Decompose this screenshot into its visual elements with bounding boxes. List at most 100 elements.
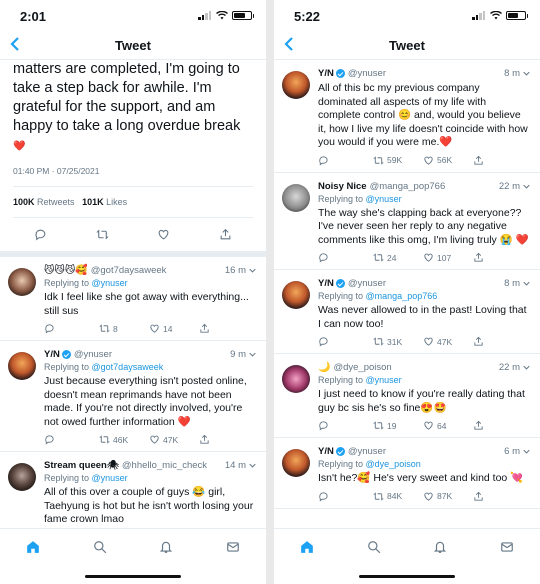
chevron-down-icon[interactable] [523,449,530,454]
reply-action[interactable] [318,420,373,431]
retweet-icon[interactable] [373,491,384,502]
reply-tweet[interactable]: Noisy Nice @manga_pop766 22 m Replying to @… [274,173,540,270]
heart-icon[interactable] [423,491,434,502]
display-name[interactable]: Stream queen🕷 [44,460,119,471]
replying-to-handle[interactable]: @ynuser [92,278,128,288]
heart-icon[interactable] [157,228,170,241]
retweet-icon[interactable] [373,336,384,347]
retweet-action[interactable]: 24 [373,252,423,263]
like-action[interactable]: 47K [149,434,199,445]
chevron-down-icon[interactable] [523,184,530,189]
replying-to-handle[interactable]: @ynuser [92,473,128,483]
avatar[interactable] [282,365,310,393]
avatar[interactable] [282,71,310,99]
avatar[interactable] [282,183,310,212]
retweet-label[interactable]: Retweets [37,197,75,207]
user-handle[interactable]: @got7daysaweek [91,265,167,276]
share-icon[interactable] [219,228,232,241]
reply-action[interactable] [44,323,99,334]
reply-tweet[interactable]: Y/N @ynuser 9 m Replying to @got7daysaweek J… [0,341,266,452]
like-action[interactable]: 14 [149,323,199,334]
retweet-count[interactable]: 100K [13,197,35,207]
reply-icon[interactable] [318,252,329,263]
share-action[interactable] [473,252,523,263]
share-icon[interactable] [473,491,484,502]
replying-to-handle[interactable]: @manga_pop766 [366,291,438,301]
reply-action[interactable] [44,434,99,445]
reply-tweet[interactable]: Y/N @ynuser 8 m All of this bc my previous … [274,60,540,173]
display-name[interactable]: Y/N [318,446,334,457]
display-name-emoji[interactable]: 🌙 [318,362,330,373]
reply-icon[interactable] [318,336,329,347]
reply-tweet[interactable]: 😼😼😼🥰 @got7daysaweek 16 m Replying to @ynuse… [0,257,266,341]
share-icon[interactable] [473,336,484,347]
retweet-icon[interactable] [96,228,109,241]
chevron-down-icon[interactable] [523,281,530,286]
chevron-down-icon[interactable] [249,352,256,357]
mail-icon[interactable] [500,540,514,554]
search-icon[interactable] [93,540,107,554]
share-icon[interactable] [473,420,484,431]
share-icon[interactable] [199,434,210,445]
reply-action[interactable] [318,491,373,502]
avatar[interactable] [8,463,36,491]
reply-icon[interactable] [318,420,329,431]
reply-tweet[interactable]: Y/N @ynuser 6 m Replying to @dye_poison Isn'… [274,438,540,509]
user-handle[interactable]: @ynuser [348,446,386,457]
reply-action[interactable] [318,336,373,347]
heart-icon[interactable] [423,252,434,263]
avatar[interactable] [8,352,36,380]
reply-action[interactable] [318,155,373,166]
heart-icon[interactable] [423,155,434,166]
reply-icon[interactable] [44,323,55,334]
user-handle[interactable]: @hhello_mic_check [122,460,207,471]
retweet-action[interactable]: 59K [373,155,423,166]
share-action[interactable] [473,155,523,166]
replying-to-handle[interactable]: @got7daysaweek [92,362,164,372]
retweet-icon[interactable] [373,155,384,166]
user-handle[interactable]: @ynuser [348,278,386,289]
share-icon[interactable] [473,155,484,166]
heart-icon[interactable] [423,420,434,431]
user-handle[interactable]: @manga_pop766 [370,181,446,192]
reply-tweet[interactable]: 🌙 @dye_poison 22 m Replying to @ynuser I jus… [274,354,540,438]
chevron-down-icon[interactable] [523,71,530,76]
retweet-action[interactable]: 19 [373,420,423,431]
like-action[interactable]: 87K [423,491,473,502]
reply-tweet[interactable]: Y/N @ynuser 8 m Replying to @manga_pop766 Wa… [274,270,540,354]
retweet-icon[interactable] [99,323,110,334]
heart-icon[interactable] [423,336,434,347]
share-action[interactable] [473,420,523,431]
avatar[interactable] [8,268,36,296]
replying-to-handle[interactable]: @ynuser [366,375,402,385]
share-action[interactable] [473,491,523,502]
user-handle[interactable]: @ynuser [348,68,386,79]
user-handle[interactable]: @ynuser [74,349,112,360]
retweet-icon[interactable] [99,434,110,445]
reply-icon[interactable] [44,434,55,445]
share-action[interactable] [199,434,249,445]
bell-icon[interactable] [159,540,173,554]
like-count[interactable]: 101K [82,197,104,207]
display-name[interactable]: Y/N [318,278,334,289]
display-name-emoji[interactable]: 😼😼😼🥰 [44,265,88,276]
like-action[interactable]: 107 [423,252,473,263]
reply-icon[interactable] [318,155,329,166]
replying-to-handle[interactable]: @ynuser [366,194,402,204]
share-icon[interactable] [199,323,210,334]
replying-to-handle[interactable]: @dye_poison [366,459,421,469]
heart-icon[interactable] [149,434,160,445]
chevron-down-icon[interactable] [249,268,256,273]
retweet-icon[interactable] [373,252,384,263]
reply-icon[interactable] [318,491,329,502]
avatar[interactable] [282,281,310,309]
display-name[interactable]: Y/N [318,68,334,79]
avatar[interactable] [282,449,310,477]
home-icon[interactable] [300,540,314,554]
share-action[interactable] [199,323,249,334]
like-action[interactable]: 64 [423,420,473,431]
search-icon[interactable] [367,540,381,554]
user-handle[interactable]: @dye_poison [333,362,391,373]
share-action[interactable] [473,336,523,347]
retweet-icon[interactable] [373,420,384,431]
